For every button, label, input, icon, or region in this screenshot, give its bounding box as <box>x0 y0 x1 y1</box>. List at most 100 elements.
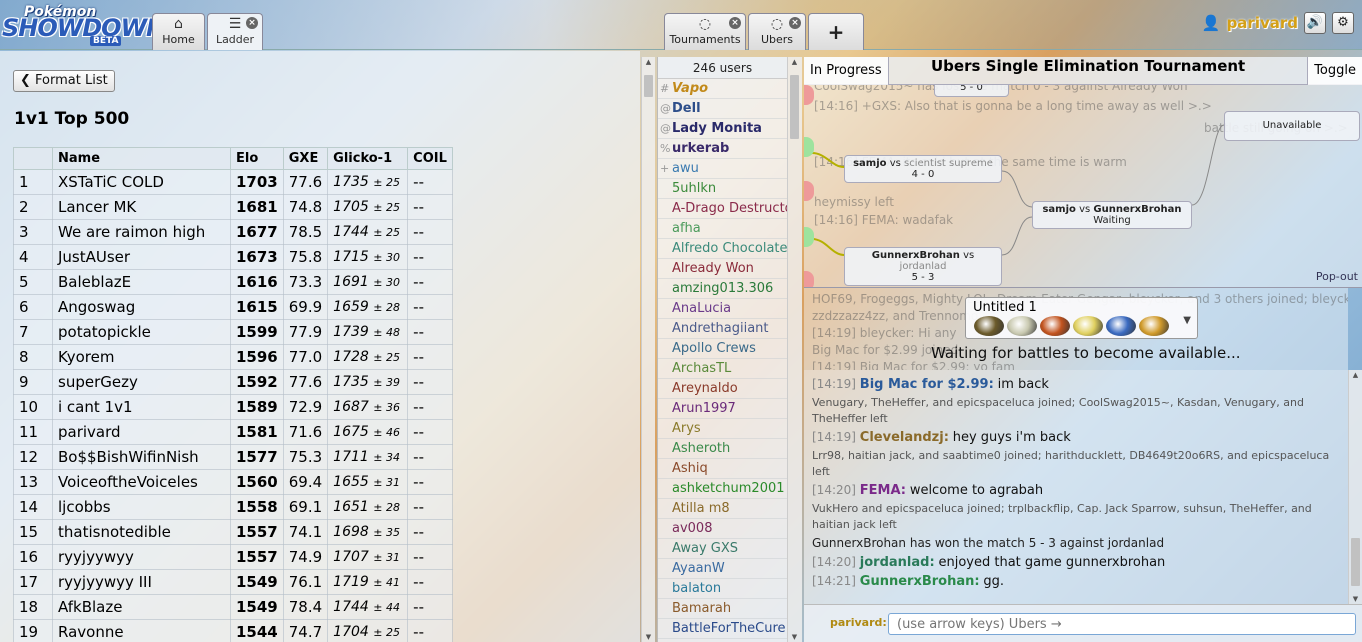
user-list-item[interactable]: @Dell <box>658 99 787 119</box>
chat-scrollbar[interactable]: ▲ ▼ <box>1348 370 1362 604</box>
ladder-player-name[interactable]: thatisnotedible <box>52 519 231 545</box>
ladder-player-name[interactable]: AfkBlaze <box>52 594 231 620</box>
chat-author[interactable]: FEMA: <box>860 483 906 498</box>
chat-author[interactable]: jordanlad: <box>860 555 935 570</box>
glicko-deviation: ± 25 <box>373 176 400 189</box>
glicko-deviation: ± 25 <box>373 226 400 239</box>
user-list-item[interactable]: Asheroth <box>658 439 787 459</box>
user-list-item[interactable]: Areynaldo <box>658 379 787 399</box>
scroll-thumb[interactable] <box>1351 538 1360 586</box>
tab-tournaments[interactable]: ◌ Tournaments × <box>664 13 746 50</box>
user-list-item[interactable]: AnaLucia <box>658 299 787 319</box>
tournament-toggle-button[interactable]: Toggle <box>1307 57 1362 85</box>
chat-author[interactable]: Big Mac for $2.99: <box>860 377 994 392</box>
scroll-down-arrow[interactable]: ▼ <box>788 632 801 642</box>
logo-text-showdown: SHOWDOWN! <box>2 14 176 42</box>
ladder-player-name[interactable]: BaleblazE <box>52 269 231 295</box>
user-list-item[interactable]: Ashiq <box>658 459 787 479</box>
chat-bubble-icon: ◌ <box>770 16 784 32</box>
user-list-item[interactable]: BattleForTheCure <box>658 619 787 639</box>
user-list-item[interactable]: av008 <box>658 519 787 539</box>
scroll-up-arrow[interactable]: ▲ <box>788 57 801 67</box>
ladder-gxe: 74.1 <box>282 519 329 545</box>
ladder-player-name[interactable]: XSTaTiC COLD <box>52 169 231 195</box>
ladder-gxe: 69.4 <box>282 469 329 495</box>
tab-ubers[interactable]: ◌ Ubers × <box>748 13 806 50</box>
ladder-player-name[interactable]: Ravonne <box>52 619 231 642</box>
ladder-player-name[interactable]: ryyjyywyy <box>52 544 231 570</box>
bracket-match[interactable]: 5 - 0 <box>934 85 1009 97</box>
user-list-item[interactable]: 5uhlkn <box>658 179 787 199</box>
ladder-gxe: 77.6 <box>282 369 329 395</box>
user-name: Bamarah <box>672 601 732 616</box>
ladder-player-name[interactable]: Bo$$BishWifinNish <box>52 444 231 470</box>
username[interactable]: parivard <box>1227 14 1298 32</box>
user-list-item[interactable]: Arys <box>658 419 787 439</box>
ladder-player-name[interactable]: superGezy <box>52 369 231 395</box>
ladder-gxe: 75.8 <box>282 244 329 270</box>
ladder-player-name[interactable]: ljcobbs <box>52 494 231 520</box>
user-list-item[interactable]: Andrethagiiant <box>658 319 787 339</box>
user-list-item[interactable]: afha <box>658 219 787 239</box>
ladder-player-name[interactable]: VoiceoftheVoiceles <box>52 469 231 495</box>
ladder-player-name[interactable]: Angoswag <box>52 294 231 320</box>
ladder-elo: 1703 <box>230 169 284 195</box>
tab-ladder[interactable]: ☰ Ladder × <box>207 13 263 50</box>
user-list-item[interactable]: Bamarah <box>658 599 787 619</box>
user-list-item[interactable]: @Lady Monita <box>658 119 787 139</box>
ladder-player-name[interactable]: Kyorem <box>52 344 231 370</box>
user-list-item[interactable]: balaton <box>658 579 787 599</box>
ladder-coil: -- <box>407 194 453 220</box>
bracket-match[interactable]: samjo vs scientist supreme 4 - 0 <box>844 155 1002 183</box>
bracket-match[interactable]: Unavailable <box>1224 111 1360 141</box>
ladder-player-name[interactable]: parivard <box>52 419 231 445</box>
scroll-down-arrow[interactable]: ▼ <box>1349 594 1362 604</box>
user-list-item[interactable]: Alfredo Chocolate <box>658 239 787 259</box>
user-list-item[interactable]: Arun1997 <box>658 399 787 419</box>
glicko-value: 1675 <box>333 424 369 440</box>
scroll-thumb[interactable] <box>644 75 653 97</box>
ladder-player-name[interactable]: We are raimon high <box>52 219 231 245</box>
user-list-item[interactable]: Away GXS <box>658 539 787 559</box>
chat-author[interactable]: Clevelandzj: <box>860 430 949 445</box>
ladder-player-name[interactable]: ryyjyywyy III <box>52 569 231 595</box>
user-list-item[interactable]: A-Drago Destructor <box>658 199 787 219</box>
close-icon[interactable]: × <box>789 17 801 29</box>
scroll-thumb[interactable] <box>790 75 799 139</box>
user-list-item[interactable]: % urkerab <box>658 139 787 159</box>
settings-button[interactable]: ⚙ <box>1332 12 1354 34</box>
scroll-up-arrow[interactable]: ▲ <box>1349 370 1362 380</box>
user-list-item[interactable]: ashketchum2001 <box>658 479 787 499</box>
user-list-item[interactable]: Atilla m8 <box>658 499 787 519</box>
bracket-match[interactable]: GunnerxBrohan vs jordanlad 5 - 3 <box>844 247 1002 286</box>
user-list-item[interactable]: Apollo Crews <box>658 339 787 359</box>
ladder-player-name[interactable]: i cant 1v1 <box>52 394 231 420</box>
bracket-match[interactable]: samjo vs GunnerxBrohan Waiting <box>1032 201 1192 229</box>
scroll-up-arrow[interactable]: ▲ <box>642 57 655 67</box>
user-list-item[interactable]: + awu <box>658 159 787 179</box>
ladder-scrollbar[interactable]: ▲ ▼ <box>641 57 655 642</box>
chat-author[interactable]: GunnerxBrohan: <box>860 574 980 589</box>
ladder-player-name[interactable]: JustAUser <box>52 244 231 270</box>
user-list-item[interactable]: # Vapo <box>658 79 787 99</box>
add-tab-button[interactable]: + <box>808 13 864 50</box>
ladder-player-name[interactable]: potatopickle <box>52 319 231 345</box>
showdown-logo[interactable]: Pokémon SHOWDOWN! BETA <box>2 4 176 46</box>
userlist-scrollbar[interactable]: ▲ ▼ <box>787 57 802 642</box>
close-icon[interactable]: × <box>246 17 258 29</box>
user-list-item[interactable]: AyaanW <box>658 559 787 579</box>
scroll-down-arrow[interactable]: ▼ <box>642 632 655 642</box>
ladder-coil: -- <box>407 419 453 445</box>
ladder-player-name[interactable]: Lancer MK <box>52 194 231 220</box>
team-selector[interactable]: Untitled 1 ▼ <box>965 297 1198 339</box>
format-list-button[interactable]: ❮ Format List <box>13 70 115 92</box>
user-list-item[interactable]: Already Won <box>658 259 787 279</box>
sound-button[interactable]: 🔊 <box>1304 12 1326 34</box>
close-icon[interactable]: × <box>729 17 741 29</box>
popout-link[interactable]: Pop-out <box>1316 270 1358 283</box>
chat-input[interactable] <box>888 613 1356 635</box>
user-list-item[interactable]: ArchasTL <box>658 359 787 379</box>
tab-home[interactable]: ⌂ Home <box>152 13 205 50</box>
user-list-item[interactable]: amzing013.306 <box>658 279 787 299</box>
glicko-deviation: ± 44 <box>373 601 400 614</box>
